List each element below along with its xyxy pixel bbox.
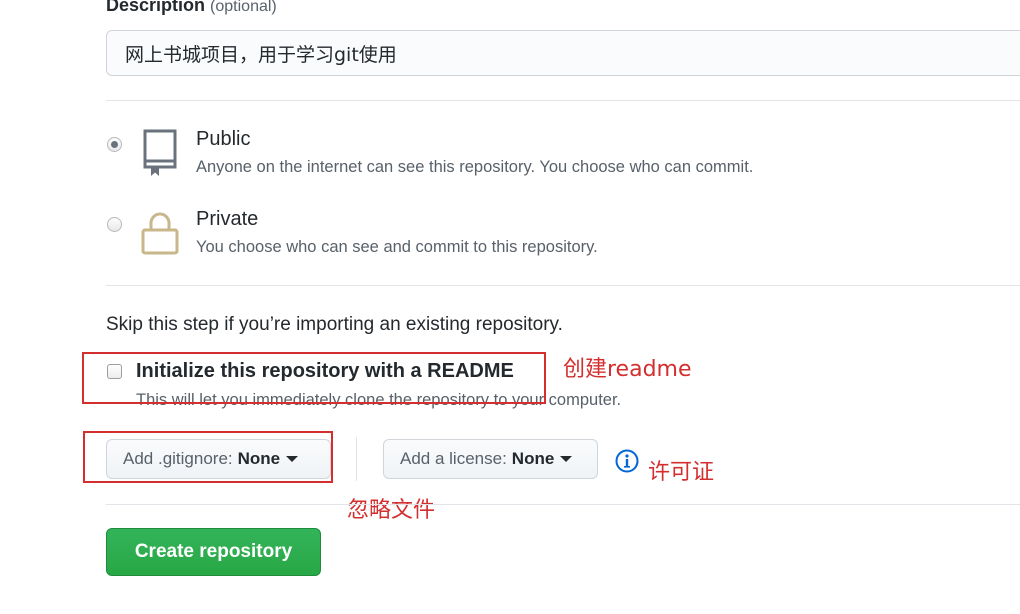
select-separator — [356, 437, 357, 481]
readme-annotation-box — [82, 352, 546, 404]
readme-annotation: 创建readme — [563, 357, 692, 382]
license-value: None — [511, 449, 555, 468]
description-label: Description (optional) — [106, 0, 277, 16]
description-label-text: Description — [106, 0, 206, 15]
private-title: Private — [196, 208, 259, 230]
public-radio[interactable] — [107, 137, 122, 152]
divider-middle — [106, 285, 1020, 286]
skip-step-text: Skip this step if you’re importing an ex… — [106, 314, 563, 335]
repo-book-icon — [143, 129, 177, 176]
description-input[interactable] — [106, 30, 1020, 76]
license-annotation: 许可证 — [648, 460, 715, 485]
optional-note: (optional) — [210, 0, 277, 15]
license-select[interactable]: Add a license: None — [383, 439, 598, 479]
info-icon[interactable] — [615, 449, 639, 473]
divider-bottom — [106, 504, 1020, 505]
lock-icon — [141, 212, 179, 255]
gitignore-annotation: 忽略文件 — [347, 498, 436, 523]
license-label: Add a license: — [400, 449, 507, 468]
public-note: Anyone on the internet can see this repo… — [196, 158, 754, 176]
gitignore-annotation-box — [83, 431, 333, 483]
create-repository-button[interactable]: Create repository — [106, 528, 321, 576]
license-caret-icon — [560, 456, 573, 462]
divider-top — [106, 100, 1020, 101]
private-note: You choose who can see and commit to thi… — [196, 238, 598, 256]
private-radio[interactable] — [107, 217, 122, 232]
public-title: Public — [196, 128, 251, 150]
